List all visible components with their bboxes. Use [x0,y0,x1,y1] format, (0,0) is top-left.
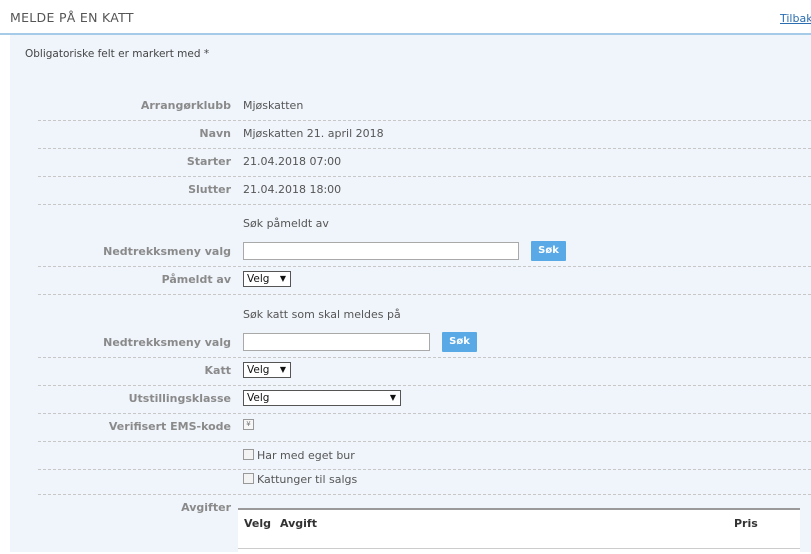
fees-col-price: Pris [734,517,758,530]
cat-select[interactable]: Velg ▼ [243,362,291,378]
dropdown-arrow-icon: ▼ [279,365,286,374]
row-dropdown-1: Nedtrekksmeny valg Søk [38,238,811,267]
row-search-cat-heading: Søk katt som skal meldes på [38,301,811,329]
registered-by-search-input[interactable] [243,242,519,260]
row-cat: Katt Velg ▼ [38,357,811,386]
fees-table-divider [238,548,800,549]
own-cage-checkbox-group[interactable]: Har med eget bur [243,449,355,462]
search-registered-heading: Søk påmeldt av [243,217,329,230]
class-label: Utstillingsklasse [128,392,231,405]
page-title: MELDE PÅ EN KATT [10,10,134,25]
page-header: MELDE PÅ EN KATT Tilbake [0,0,811,35]
cat-select-value: Velg [247,364,270,376]
dropdown-label-1: Nedtrekksmeny valg [103,245,231,258]
row-starts: Starter 21.04.2018 07:00 [38,148,811,177]
organizer-club-label: Arrangørklubb [140,99,231,112]
own-cage-checkbox[interactable] [243,449,254,460]
ends-label: Slutter [188,183,231,196]
kittens-checkbox[interactable] [243,473,254,484]
fees-col-select: Velg [244,517,272,530]
starts-label: Starter [186,155,231,168]
class-select[interactable]: Velg ▼ [243,390,401,406]
search-cat-heading: Søk katt som skal meldes på [243,308,401,321]
dropdown-arrow-icon: ▼ [389,393,396,402]
row-class: Utstillingsklasse Velg ▼ [38,385,811,414]
row-kittens: Kattunger til salgs [38,466,811,495]
class-select-value: Velg [247,392,270,404]
fees-label: Avgifter [181,501,231,514]
row-registered-by: Påmeldt av Velg ▼ [38,266,811,295]
cat-label: Katt [204,364,231,377]
search-button-2[interactable]: Søk [442,332,477,352]
required-note: Obligatoriske felt er markert med * [25,48,210,60]
registered-by-select[interactable]: Velg ▼ [243,271,291,287]
row-name: Navn Mjøskatten 21. april 2018 [38,120,811,149]
starts-value: 21.04.2018 07:00 [243,155,342,168]
row-ems: Verifisert EMS-kode ¥ [38,413,811,442]
row-search-registered-heading: Søk påmeldt av [38,210,811,238]
registered-by-select-value: Velg [247,273,270,285]
fees-col-fee: Avgift [280,517,317,530]
dropdown-label-2: Nedtrekksmeny valg [103,336,231,349]
registered-by-label: Påmeldt av [161,273,231,286]
cat-search-input[interactable] [243,333,430,351]
kittens-label: Kattunger til salgs [257,473,358,486]
kittens-checkbox-group[interactable]: Kattunger til salgs [243,473,357,486]
ems-checkbox-icon[interactable]: ¥ [243,419,254,430]
ends-value: 21.04.2018 18:00 [243,183,342,196]
row-organizer-club: Arrangørklubb Mjøskatten [38,92,811,121]
row-dropdown-2: Nedtrekksmeny valg Søk [38,329,811,358]
own-cage-label: Har med eget bur [257,449,355,462]
row-ends: Slutter 21.04.2018 18:00 [38,176,811,205]
back-link[interactable]: Tilbake [780,12,811,25]
search-button-1[interactable]: Søk [531,241,566,261]
name-value: Mjøskatten 21. april 2018 [243,127,384,140]
organizer-club-value: Mjøskatten [243,99,304,112]
dropdown-arrow-icon: ▼ [279,274,286,283]
name-label: Navn [199,127,231,140]
fees-table: Velg Avgift Pris [238,508,800,554]
ems-label: Verifisert EMS-kode [108,420,231,433]
